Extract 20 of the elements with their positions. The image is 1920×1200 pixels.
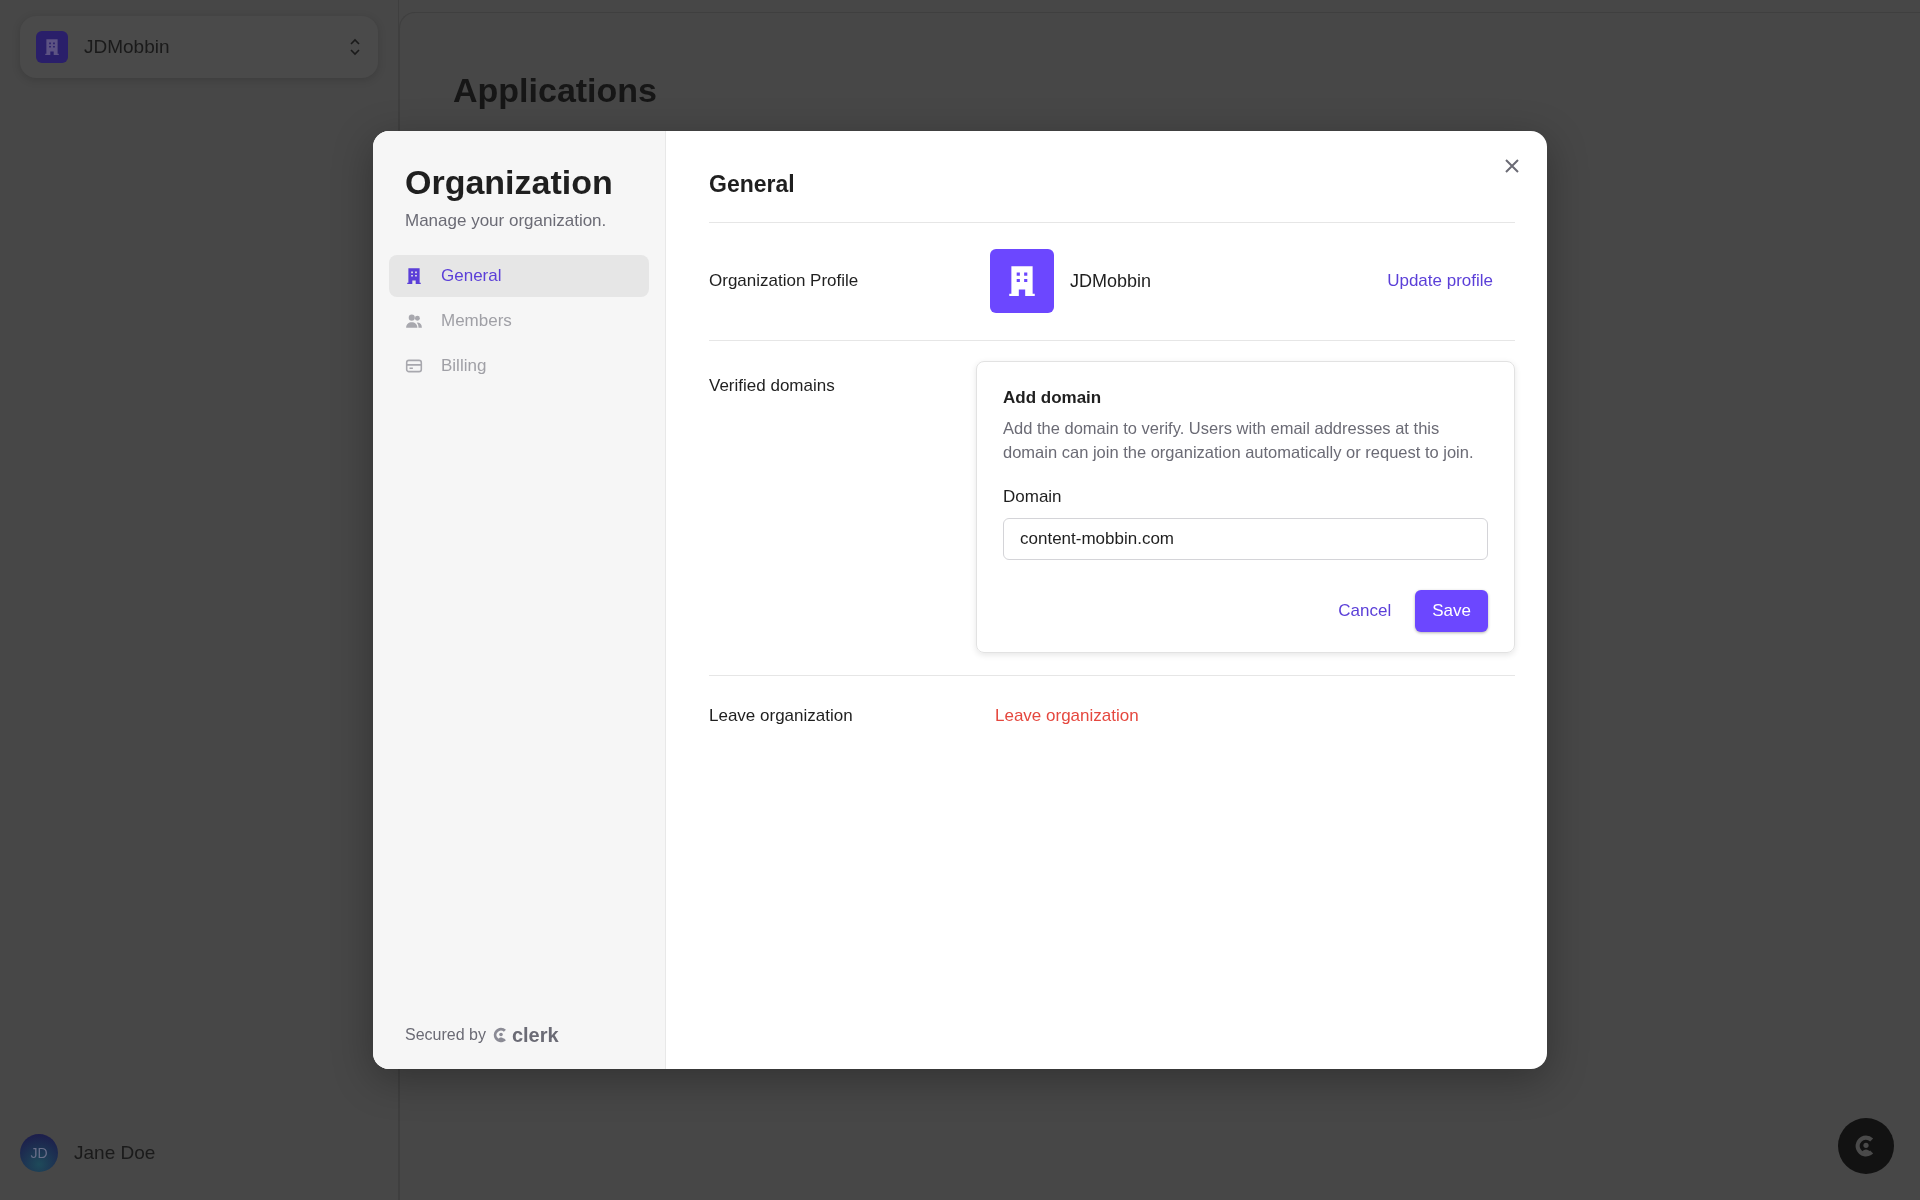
section-title: General: [709, 167, 1515, 223]
field-label: Domain: [1003, 486, 1063, 508]
cancel-button[interactable]: Cancel: [1338, 589, 1392, 632]
update-profile-link[interactable]: Update profile: [1387, 268, 1493, 294]
clerk-logo[interactable]: clerk: [491, 1025, 559, 1045]
secured-by-text: Secured by: [405, 1025, 486, 1045]
dialog-subtitle: Manage your organization.: [404, 209, 608, 232]
domain-input[interactable]: content-mobbin.com: [1003, 517, 1488, 560]
org-profile-name: JDMobbin: [1070, 269, 1153, 293]
leave-organization-link[interactable]: Leave organization: [995, 702, 1139, 729]
dialog-title: Organization: [404, 162, 614, 203]
save-button[interactable]: Save: [1415, 589, 1488, 632]
row-label: Organization Profile: [709, 270, 860, 293]
card-description: Add the domain to verify. Users with email addresses at this domain can join the organization automatically or request to join.: [1003, 418, 1475, 463]
clerk-wordmark: clerk: [511, 1025, 559, 1045]
row-label: Verified domains: [709, 374, 836, 397]
row-label: Leave organization: [709, 704, 854, 727]
nav-item[interactable]: General: [389, 255, 649, 297]
card-title: Add domain: [1003, 386, 1103, 409]
avatar-initials: JD: [30, 1143, 48, 1163]
